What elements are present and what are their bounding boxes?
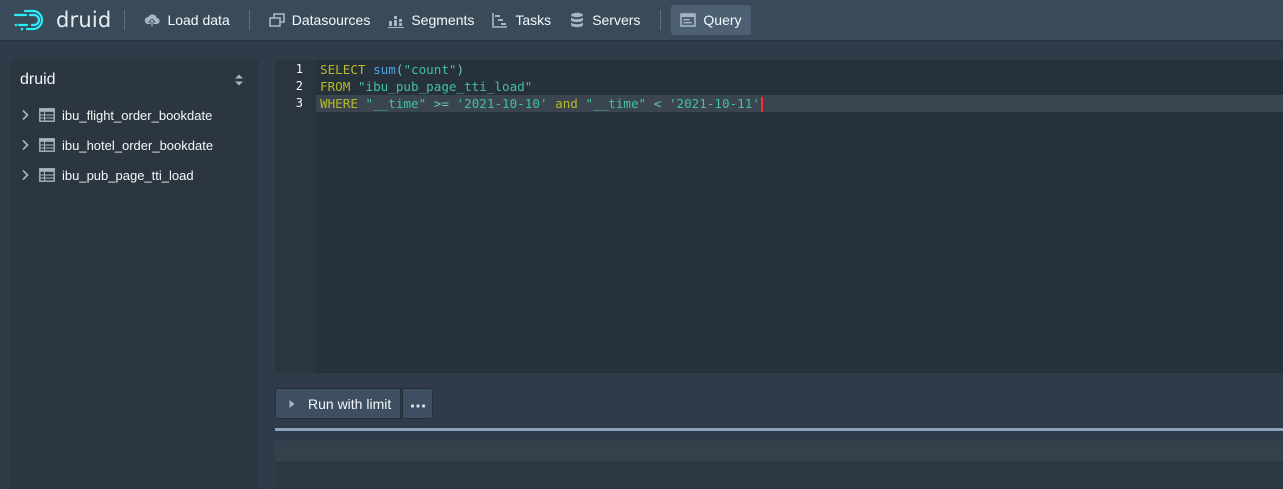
code-token: WHERE <box>320 96 358 111</box>
nav-divider <box>124 10 126 30</box>
code-token: "__time" <box>365 96 427 111</box>
sidebar-item-ibu-pub-page-tti-load[interactable]: ibu_pub_page_tti_load <box>10 160 259 190</box>
nav-segments-button[interactable]: Segments <box>379 5 483 35</box>
play-icon <box>288 399 298 409</box>
sidebar-item-label: ibu_pub_page_tti_load <box>62 167 194 183</box>
cloud-upload-icon <box>144 12 161 28</box>
output-divider[interactable] <box>275 428 1283 431</box>
nav-label: Query <box>703 12 742 28</box>
chevron-right-icon[interactable] <box>19 169 31 181</box>
table-icon <box>39 168 55 182</box>
multi-select-icon <box>268 12 285 28</box>
database-icon <box>569 12 585 28</box>
editor-gutter: 1 2 3 <box>275 60 316 373</box>
code-token: SELECT <box>320 62 366 77</box>
nav-servers-button[interactable]: Servers <box>560 5 649 35</box>
nav-label: Tasks <box>515 12 552 28</box>
sidebar-item-ibu-flight-order-bookdate[interactable]: ibu_flight_order_bookdate <box>10 100 259 130</box>
gantt-chart-icon <box>492 12 508 28</box>
nav-tasks-button[interactable]: Tasks <box>483 5 560 35</box>
nav-label: Load data <box>167 12 230 28</box>
code-token: "count" <box>403 62 457 77</box>
query-output <box>275 441 1283 489</box>
brand-name: druid <box>56 8 112 32</box>
schema-sidebar: druid ibu_flight_order_bookdate ibu_hote… <box>10 60 259 489</box>
double-caret-vertical-icon[interactable] <box>233 72 245 88</box>
table-icon <box>39 138 55 152</box>
chevron-right-icon[interactable] <box>19 139 31 151</box>
sidebar-item-label: ibu_flight_order_bookdate <box>62 107 213 123</box>
nav-label: Servers <box>592 12 641 28</box>
code-token: "__time" <box>585 96 647 111</box>
code-token: sum <box>373 62 396 77</box>
run-controls: Run with limit <box>275 388 434 419</box>
sidebar-title: druid <box>20 71 56 88</box>
sidebar-header: druid <box>10 60 259 100</box>
code-token: '2021-10-11' <box>668 96 760 111</box>
nav-datasources-button[interactable]: Datasources <box>260 5 380 35</box>
application-icon <box>680 12 697 28</box>
code-line-active[interactable]: WHERE "__time" >= '2021-10-10' and "__ti… <box>316 95 1283 112</box>
code-line[interactable]: FROM "ibu_pub_page_tti_load" <box>316 78 1283 95</box>
code-token: ) <box>456 62 465 77</box>
sidebar-item-label: ibu_hotel_order_bookdate <box>62 137 214 153</box>
nav-label: Segments <box>411 12 475 28</box>
druid-logo-icon <box>13 8 49 32</box>
table-icon <box>39 108 55 122</box>
code-line[interactable]: SELECT sum("count") <box>316 61 1283 78</box>
line-number: 3 <box>295 96 303 110</box>
more-options-button[interactable] <box>402 388 434 419</box>
code-token: '2021-10-10' <box>456 96 548 111</box>
nav-label: Datasources <box>291 12 371 28</box>
text-cursor <box>760 97 763 112</box>
code-area[interactable]: SELECT sum("count") FROM "ibu_pub_page_t… <box>316 60 1283 373</box>
code-token: >= <box>433 96 449 111</box>
nav-query-button[interactable]: Query <box>671 5 751 35</box>
chevron-right-icon[interactable] <box>19 109 31 121</box>
sql-editor[interactable]: 1 2 3 SELECT sum("count") FROM "ibu_pub_… <box>275 60 1283 373</box>
nav-divider <box>660 10 662 30</box>
line-number: 2 <box>295 79 303 93</box>
code-token: "ibu_pub_page_tti_load" <box>357 79 533 94</box>
output-header <box>275 441 1283 463</box>
brand-logo[interactable]: druid <box>13 0 111 40</box>
top-navbar: druid Load data Datasources Segments Tas… <box>0 0 1283 40</box>
code-token: FROM <box>320 79 351 94</box>
line-number: 1 <box>295 62 303 76</box>
nav-divider <box>248 10 250 30</box>
run-with-limit-button[interactable]: Run with limit <box>275 388 402 419</box>
code-token: and <box>555 96 578 111</box>
stacked-chart-icon <box>388 12 405 28</box>
run-label: Run with limit <box>308 395 392 412</box>
nav-load-data-button[interactable]: Load data <box>135 5 238 35</box>
sidebar-item-ibu-hotel-order-bookdate[interactable]: ibu_hotel_order_bookdate <box>10 130 259 160</box>
more-icon <box>410 395 426 413</box>
